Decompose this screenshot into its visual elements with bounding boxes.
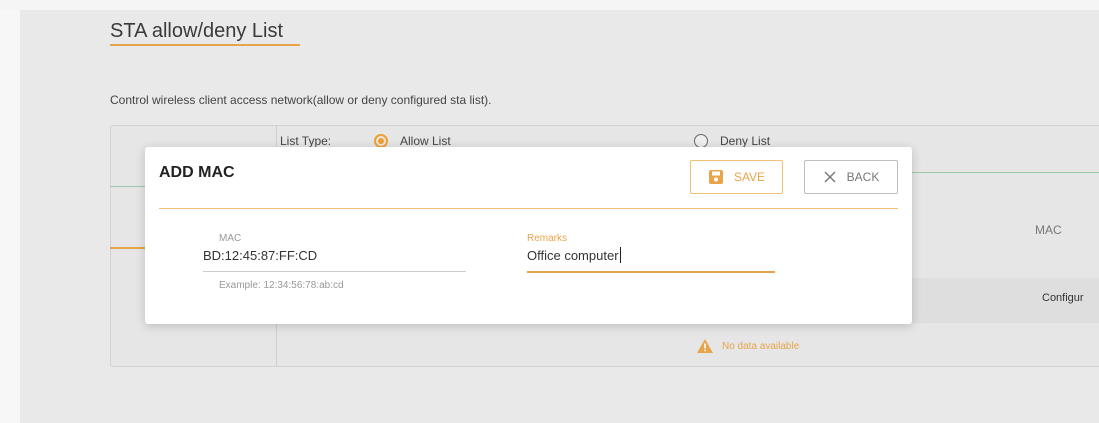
dialog-title: ADD MAC — [159, 164, 235, 181]
mac-input-underline — [203, 271, 466, 272]
empty-state-text: No data available — [722, 340, 800, 352]
save-button[interactable]: SAVE — [690, 160, 783, 194]
back-button-label: BACK — [846, 170, 880, 184]
warning-icon — [697, 339, 713, 353]
active-tab-indicator — [110, 247, 146, 249]
allow-list-label[interactable]: Allow List — [400, 134, 451, 148]
top-bar — [0, 0, 1099, 10]
mac-input[interactable] — [203, 248, 466, 263]
tab-divider — [911, 172, 1099, 173]
title-underline — [110, 44, 300, 46]
empty-state: No data available — [696, 338, 799, 354]
allow-list-radio[interactable] — [374, 134, 388, 148]
deny-list-radio[interactable] — [694, 134, 708, 148]
remarks-field-label: Remarks — [527, 233, 568, 244]
tab-divider — [110, 186, 146, 187]
add-mac-dialog: ADD MAC SAVE BACK MAC Example: 12:34:56:… — [145, 147, 912, 324]
page-title: STA allow/deny List — [110, 20, 284, 42]
column-header-mac: MAC — [1035, 223, 1062, 237]
save-button-label: SAVE — [733, 170, 766, 184]
remarks-input[interactable] — [527, 248, 775, 263]
left-rail — [0, 10, 21, 423]
close-icon — [824, 171, 836, 183]
text-cursor — [620, 247, 621, 263]
remarks-input-underline — [527, 271, 775, 273]
deny-list-label[interactable]: Deny List — [720, 134, 770, 148]
save-icon — [708, 170, 723, 184]
mac-field-label: MAC — [219, 233, 242, 244]
back-button[interactable]: BACK — [804, 160, 898, 194]
list-type-label: List Type: — [280, 134, 332, 148]
mac-example-hint: Example: 12:34:56:78:ab:cd — [219, 280, 344, 291]
dialog-divider — [159, 208, 898, 209]
column-header-configure: Configur — [1042, 292, 1084, 304]
page-description: Control wireless client access network(a… — [110, 93, 492, 107]
